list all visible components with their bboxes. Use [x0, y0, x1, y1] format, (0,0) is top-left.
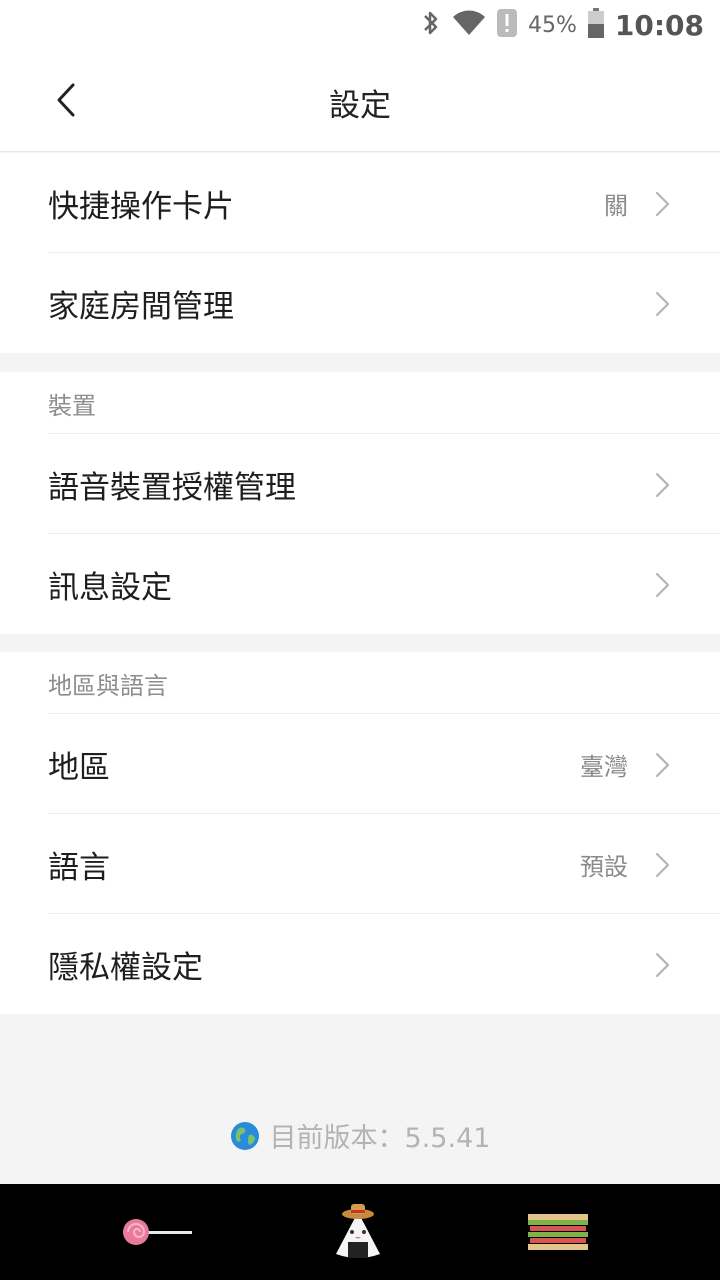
wifi-icon — [452, 9, 486, 41]
chevron-right-icon — [655, 291, 670, 317]
status-bar: 45% 10:08 — [0, 0, 720, 50]
back-nav-lollipop-button[interactable] — [118, 1198, 198, 1268]
chevron-right-icon — [655, 952, 670, 978]
settings-item-label: 快捷操作卡片 — [48, 188, 234, 225]
clock: 10:08 — [614, 8, 704, 42]
chevron-right-icon — [655, 472, 670, 498]
settings-item-label: 隱私權設定 — [48, 949, 203, 986]
recents-nav-sandwich-button[interactable] — [518, 1198, 598, 1268]
settings-item-label: 訊息設定 — [48, 569, 172, 606]
settings-item-language[interactable]: 語言 預設 — [0, 814, 720, 914]
chevron-right-icon — [655, 752, 670, 778]
settings-item-region[interactable]: 地區 臺灣 — [0, 714, 720, 814]
settings-item-label: 地區 — [48, 749, 110, 786]
globe-icon — [230, 1121, 259, 1150]
battery-icon — [587, 8, 605, 42]
settings-item-label: 家庭房間管理 — [48, 288, 234, 325]
settings-item-home-rooms[interactable]: 家庭房間管理 — [0, 253, 720, 353]
page-title: 設定 — [329, 88, 391, 124]
settings-item-value: 預設 — [580, 852, 628, 881]
bluetooth-icon — [420, 8, 442, 42]
section-header-label: 裝置 — [48, 391, 96, 420]
version-text: 目前版本：5.5.41 — [269, 1123, 491, 1154]
chevron-right-icon — [655, 191, 670, 217]
settings-item-voice-device-auth[interactable]: 語音裝置授權管理 — [0, 434, 720, 534]
settings-item-label: 語言 — [48, 849, 110, 886]
settings-item-value: 關 — [604, 191, 628, 220]
battery-percent: 45% — [527, 12, 577, 38]
sandwich-icon — [528, 1214, 588, 1250]
section-header: 地區與語言 — [0, 652, 720, 714]
settings-item-quick-cards[interactable]: 快捷操作卡片 關 — [0, 153, 720, 253]
lollipop-icon — [123, 1219, 192, 1245]
chevron-right-icon — [655, 852, 670, 878]
onigiri-icon — [336, 1204, 380, 1258]
app-header: 設定 — [0, 50, 720, 152]
chevron-right-icon — [655, 572, 670, 598]
settings-item-message-settings[interactable]: 訊息設定 — [0, 534, 720, 634]
section-header-label: 地區與語言 — [48, 671, 168, 700]
settings-item-value: 臺灣 — [580, 752, 628, 781]
region-language-section: 地區與語言 地區 臺灣 語言 預設 隱私權設定 — [0, 652, 720, 1014]
alert-icon — [496, 8, 518, 42]
home-nav-onigiri-button[interactable] — [318, 1198, 398, 1268]
settings-item-label: 語音裝置授權管理 — [48, 469, 296, 506]
navigation-bar — [0, 1184, 720, 1280]
section-header: 裝置 — [0, 372, 720, 434]
device-section: 裝置 語音裝置授權管理 訊息設定 — [0, 372, 720, 634]
settings-item-privacy[interactable]: 隱私權設定 — [0, 914, 720, 1014]
version-info: 目前版本：5.5.41 — [0, 1116, 720, 1155]
general-section: 快捷操作卡片 關 家庭房間管理 — [0, 153, 720, 353]
